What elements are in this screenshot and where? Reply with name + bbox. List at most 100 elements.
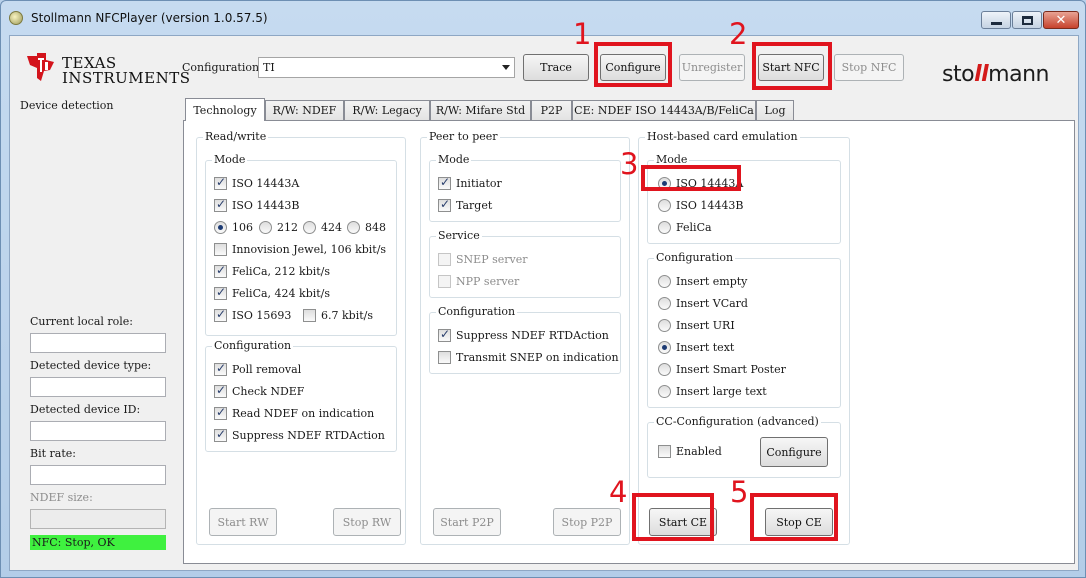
p2p-service-title: Service [436,229,482,243]
tab-rw-mifare[interactable]: R/W: Mifare Std [430,100,531,120]
radio-selected-icon [658,341,671,354]
insert-smart-poster-label: Insert Smart Poster [676,363,786,376]
hce-iso14443b-radio[interactable]: ISO 14443B [658,199,743,212]
peer-to-peer-group: Peer to peer Mode Initiator Target Servi… [420,130,630,545]
detected-device-type-field[interactable] [30,377,166,397]
rate-212-radio[interactable]: 212 [259,221,298,234]
rate-67-label: 6.7 kbit/s [321,309,373,322]
current-local-role-field[interactable] [30,333,166,353]
detected-device-type-label: Detected device type: [30,359,152,372]
radio-icon [347,221,360,234]
annotation-box-start-ce [632,493,714,541]
insert-vcard-label: Insert VCard [676,297,748,310]
snep-server-checkbox[interactable]: SNEP server [438,253,527,266]
app-icon[interactable] [9,11,23,25]
read-ndef-checkbox[interactable]: Read NDEF on indication [214,405,374,420]
tab-technology[interactable]: Technology [185,98,265,121]
minimize-button[interactable] [981,11,1011,29]
target-checkbox[interactable]: Target [438,197,493,212]
checkbox-checked-icon [214,197,227,212]
tab-rw-legacy[interactable]: R/W: Legacy [344,100,430,120]
close-icon: ✕ [1055,12,1067,28]
start-p2p-button[interactable]: Start P2P [433,508,501,536]
stop-rw-button[interactable]: Stop RW [333,508,401,536]
minimize-icon [990,21,1002,25]
annotation-box-stop-ce [750,493,838,541]
read-write-group: Read/write Mode ISO 14443A ISO 14443B 10… [196,130,406,545]
nfc-status-bar: NFC: Stop, OK [30,535,166,550]
innovision-label: Innovision Jewel, 106 kbit/s [232,243,387,256]
rate-106-radio[interactable]: 106 [214,221,253,234]
detected-device-id-field[interactable] [30,421,166,441]
bit-rate-field[interactable] [30,465,166,485]
p2p-configuration-title: Configuration [436,305,518,319]
hce-felica-radio[interactable]: FeliCa [658,221,712,234]
cc-enabled-checkbox[interactable]: Enabled [658,445,722,458]
rw-configuration-title: Configuration [212,339,294,353]
insert-empty-radio[interactable]: Insert empty [658,275,747,288]
rate-848-radio[interactable]: 848 [347,221,386,234]
close-button[interactable]: ✕ [1043,11,1079,29]
chevron-down-icon [502,65,510,70]
window-title: Stollmann NFCPlayer (version 1.0.57.5) [31,11,268,25]
insert-empty-label: Insert empty [676,275,748,288]
insert-smart-poster-radio[interactable]: Insert Smart Poster [658,363,786,376]
rate-67-checkbox[interactable]: 6.7 kbit/s [303,309,373,322]
rw-iso14443b-checkbox[interactable]: ISO 14443B [214,197,300,212]
radio-icon [658,275,671,288]
configuration-select[interactable]: TI [258,57,515,78]
start-rw-button[interactable]: Start RW [209,508,277,536]
title-bar[interactable]: Stollmann NFCPlayer (version 1.0.57.5) ✕ [1,1,1086,35]
rate-424-radio[interactable]: 424 [303,221,342,234]
p2p-configuration-group: Configuration Suppress NDEF RTDAction Tr… [429,305,621,374]
poll-removal-checkbox[interactable]: Poll removal [214,361,301,376]
insert-uri-radio[interactable]: Insert URI [658,319,735,332]
cc-configure-button[interactable]: Configure [760,437,828,467]
tab-rw-ndef[interactable]: R/W: NDEF [265,100,344,120]
p2p-mode-group: Mode Initiator Target [429,153,621,222]
insert-large-text-radio[interactable]: Insert large text [658,385,767,398]
radio-icon [658,319,671,332]
rw-iso14443b-label: ISO 14443B [232,199,300,212]
ti-logo-icon [27,53,54,81]
checkbox-checked-icon [438,175,451,190]
insert-text-radio[interactable]: Insert text [658,341,734,354]
iso15693-checkbox[interactable]: ISO 15693 [214,307,291,322]
rw-mode-title: Mode [212,153,248,167]
p2p-suppress-checkbox[interactable]: Suppress NDEF RTDAction [438,327,609,342]
radio-icon [658,385,671,398]
felica424-checkbox[interactable]: FeliCa, 424 kbit/s [214,285,330,300]
check-ndef-label: Check NDEF [232,385,305,398]
checkbox-disabled-icon [438,253,451,266]
check-ndef-checkbox[interactable]: Check NDEF [214,383,305,398]
checkbox-checked-icon [214,427,227,442]
transmit-snep-checkbox[interactable]: Transmit SNEP on indication [438,351,619,364]
tab-ce-ndef[interactable]: CE: NDEF ISO 14443A/B/FeliCa [572,100,756,120]
npp-server-checkbox[interactable]: NPP server [438,275,519,288]
insert-vcard-radio[interactable]: Insert VCard [658,297,748,310]
tab-log[interactable]: Log [756,100,794,120]
tab-p2p[interactable]: P2P [531,100,572,120]
rw-iso14443a-checkbox[interactable]: ISO 14443A [214,175,299,190]
checkbox-checked-icon [214,263,227,278]
felica212-checkbox[interactable]: FeliCa, 212 kbit/s [214,263,330,278]
technology-tab-panel: Read/write Mode ISO 14443A ISO 14443B 10… [183,120,1075,564]
innovision-checkbox[interactable]: Innovision Jewel, 106 kbit/s [214,243,386,256]
radio-icon [303,221,316,234]
cc-enabled-label: Enabled [676,445,722,458]
stop-p2p-button[interactable]: Stop P2P [553,508,621,536]
ndef-size-field[interactable] [30,509,166,529]
rate-106-label: 106 [232,221,253,234]
rw-mode-group: Mode ISO 14443A ISO 14443B 106 212 424 8… [205,153,397,336]
maximize-button[interactable] [1012,11,1042,29]
unregister-button[interactable]: Unregister [679,54,745,81]
stop-nfc-button[interactable]: Stop NFC [834,54,904,81]
maximize-icon [1021,15,1033,25]
target-label: Target [456,199,493,212]
checkbox-checked-icon [214,405,227,420]
initiator-checkbox[interactable]: Initiator [438,175,502,190]
rate-212-label: 212 [277,221,298,234]
radio-icon [658,363,671,376]
trace-button[interactable]: Trace [523,54,589,81]
rw-suppress-checkbox[interactable]: Suppress NDEF RTDAction [214,427,385,442]
